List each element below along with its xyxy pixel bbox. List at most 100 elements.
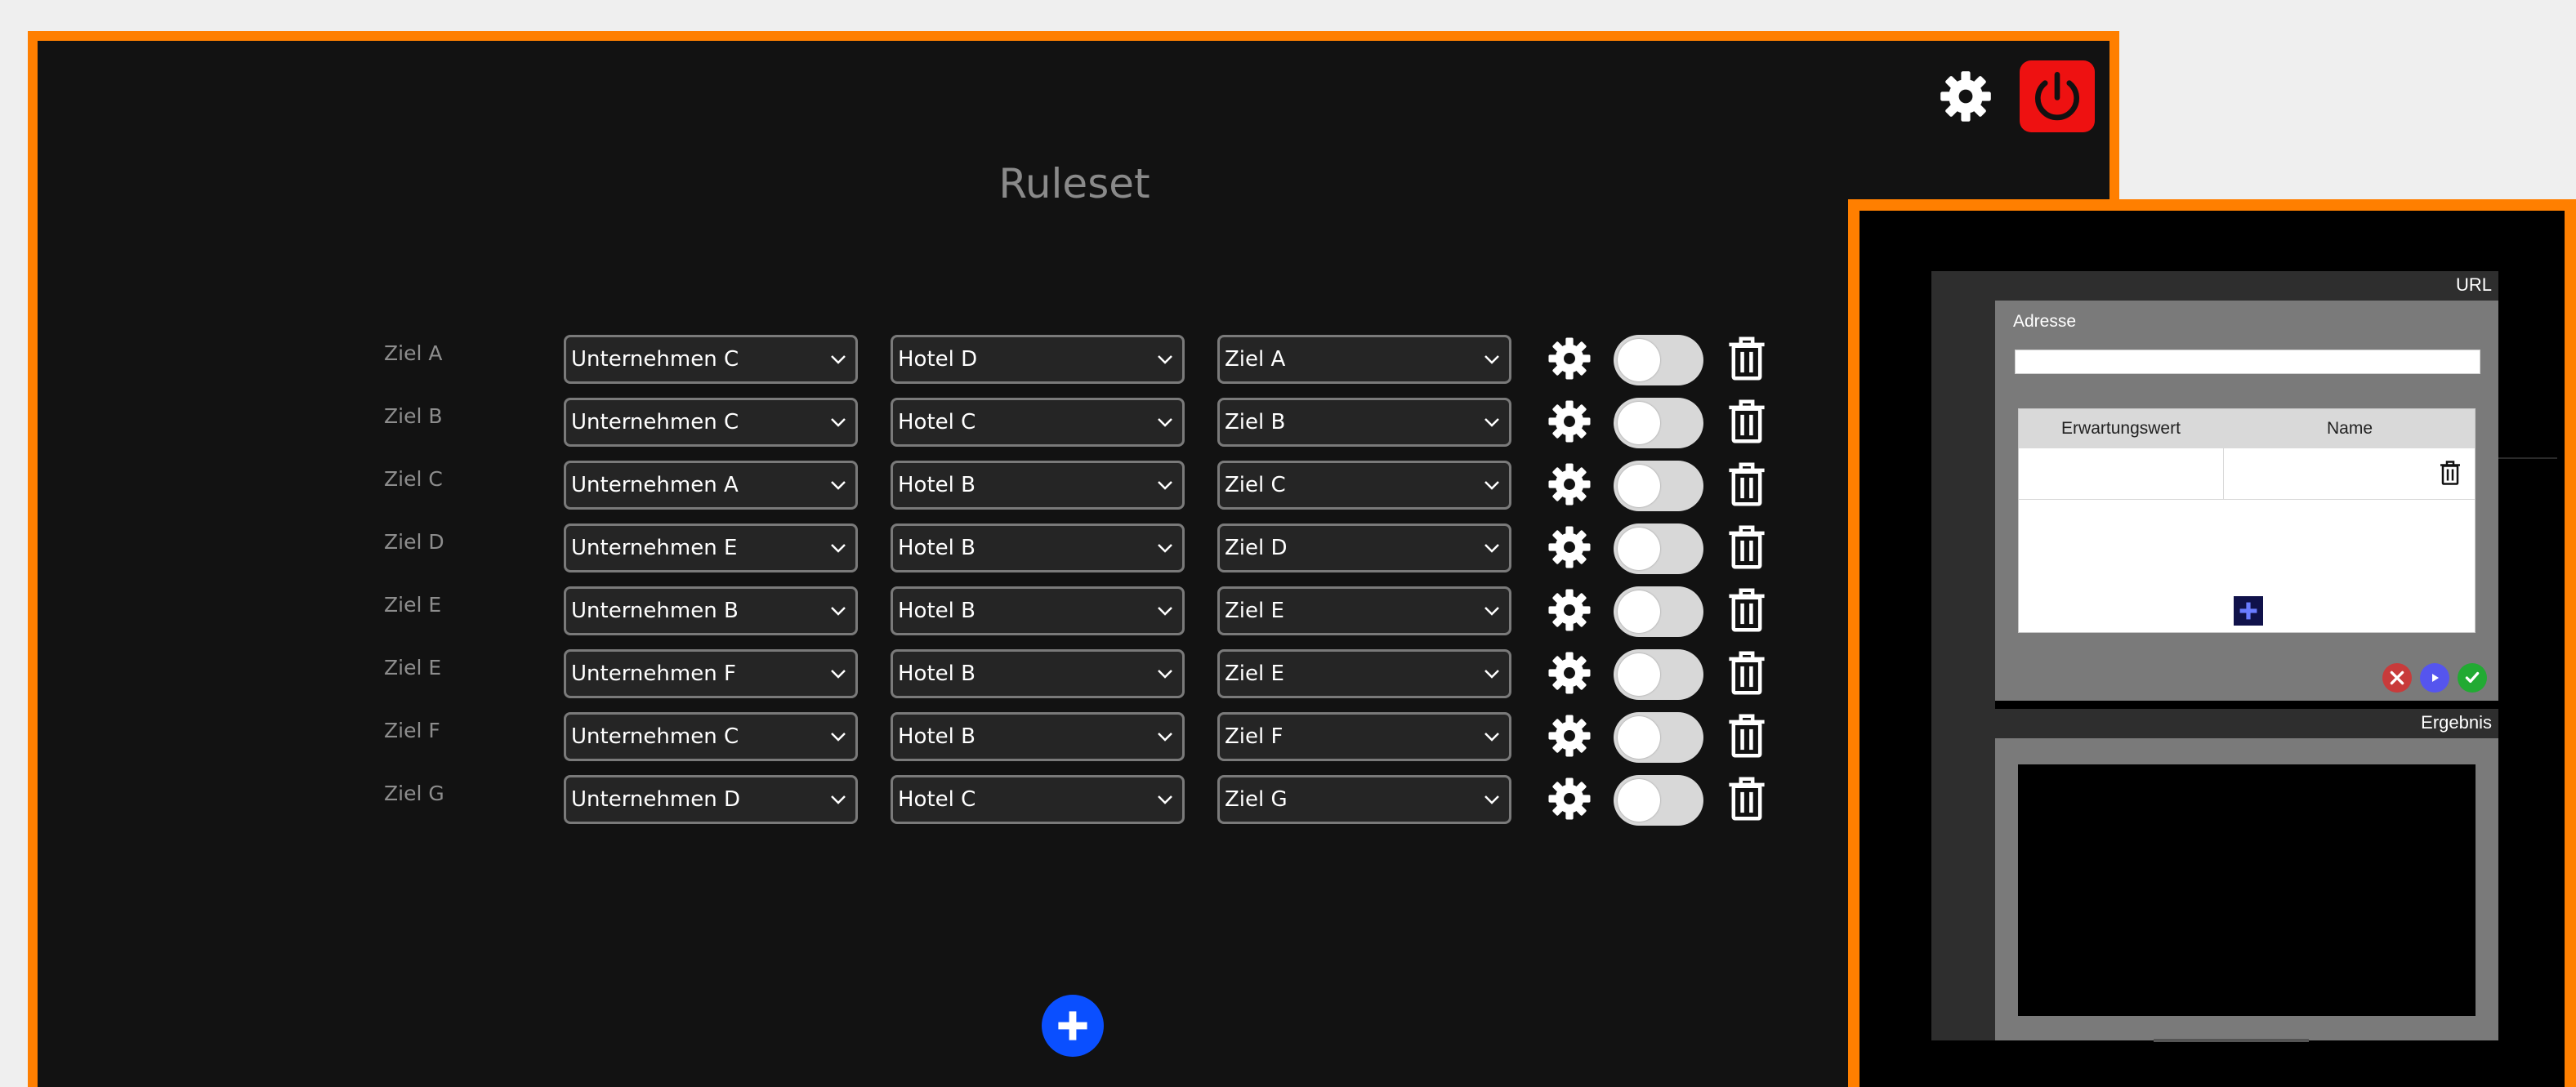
delete-row-button[interactable] bbox=[2435, 457, 2465, 489]
toggle-knob bbox=[1618, 402, 1660, 444]
chevron-down-icon bbox=[831, 607, 846, 616]
delete-rule-button[interactable] bbox=[1722, 457, 1771, 511]
trash-icon bbox=[1729, 588, 1765, 632]
target-select[interactable]: Ziel E bbox=[1217, 586, 1511, 635]
result-header-label: Ergebnis bbox=[2421, 712, 2492, 733]
add-rule-button[interactable] bbox=[1042, 995, 1104, 1057]
rule-toggle[interactable] bbox=[1614, 461, 1703, 511]
rule-settings-button[interactable] bbox=[1544, 459, 1595, 510]
delete-rule-button[interactable] bbox=[1722, 772, 1771, 826]
company-select-value: Unternehmen C bbox=[571, 410, 739, 434]
target-select-value: Ziel F bbox=[1225, 724, 1284, 749]
company-select[interactable]: Unternehmen C bbox=[564, 712, 858, 761]
close-icon bbox=[2390, 670, 2404, 685]
rule-settings-button[interactable] bbox=[1544, 585, 1595, 635]
trash-icon bbox=[1729, 714, 1765, 758]
power-icon bbox=[2035, 72, 2079, 121]
hotel-select[interactable]: Hotel B bbox=[891, 586, 1185, 635]
rule-toggle[interactable] bbox=[1614, 775, 1703, 826]
hotel-select[interactable]: Hotel C bbox=[891, 775, 1185, 824]
target-select[interactable]: Ziel C bbox=[1217, 461, 1511, 510]
chevron-down-icon bbox=[831, 733, 846, 742]
cancel-button[interactable] bbox=[2382, 663, 2412, 693]
company-select[interactable]: Unternehmen F bbox=[564, 649, 858, 698]
target-select[interactable]: Ziel E bbox=[1217, 649, 1511, 698]
rule-settings-button[interactable] bbox=[1544, 522, 1595, 572]
delete-rule-button[interactable] bbox=[1722, 583, 1771, 637]
company-select-value: Unternehmen A bbox=[571, 473, 739, 497]
rule-toggle[interactable] bbox=[1614, 523, 1703, 574]
column-divider bbox=[2223, 448, 2224, 499]
chevron-down-icon bbox=[1158, 607, 1172, 616]
address-input[interactable] bbox=[2015, 350, 2480, 374]
chevron-down-icon bbox=[1158, 418, 1172, 427]
confirm-button[interactable] bbox=[2458, 663, 2487, 693]
delete-rule-button[interactable] bbox=[1722, 646, 1771, 700]
toggle-knob bbox=[1618, 590, 1660, 633]
rule-toggle[interactable] bbox=[1614, 398, 1703, 448]
rule-settings-button[interactable] bbox=[1544, 396, 1595, 447]
rule-toggle[interactable] bbox=[1614, 712, 1703, 763]
chevron-down-icon bbox=[831, 544, 846, 553]
company-select[interactable]: Unternehmen C bbox=[564, 335, 858, 384]
rule-settings-button[interactable] bbox=[1544, 648, 1595, 698]
hotel-select-value: Hotel B bbox=[898, 536, 975, 560]
delete-rule-button[interactable] bbox=[1722, 709, 1771, 763]
hotel-select[interactable]: Hotel B bbox=[891, 523, 1185, 572]
target-select-value: Ziel G bbox=[1225, 787, 1288, 812]
rule-settings-button[interactable] bbox=[1544, 711, 1595, 761]
url-header: URL bbox=[1931, 271, 2498, 301]
rule-toggle[interactable] bbox=[1614, 649, 1703, 700]
company-select[interactable]: Unternehmen C bbox=[564, 398, 858, 447]
hotel-select[interactable]: Hotel D bbox=[891, 335, 1185, 384]
rule-toggle[interactable] bbox=[1614, 586, 1703, 637]
company-select[interactable]: Unternehmen A bbox=[564, 461, 858, 510]
rule-settings-button[interactable] bbox=[1544, 333, 1595, 384]
rule-settings-button[interactable] bbox=[1544, 773, 1595, 824]
gear-icon bbox=[1548, 526, 1591, 568]
hotel-select[interactable]: Hotel B bbox=[891, 649, 1185, 698]
company-select[interactable]: Unternehmen E bbox=[564, 523, 858, 572]
target-select[interactable]: Ziel G bbox=[1217, 775, 1511, 824]
target-select[interactable]: Ziel A bbox=[1217, 335, 1511, 384]
hotel-select-value: Hotel D bbox=[898, 347, 978, 372]
delete-rule-button[interactable] bbox=[1722, 332, 1771, 385]
target-select-value: Ziel E bbox=[1225, 662, 1284, 686]
target-select[interactable]: Ziel D bbox=[1217, 523, 1511, 572]
column-header-expected-value: Erwartungswert bbox=[2061, 419, 2181, 438]
target-select-value: Ziel A bbox=[1225, 347, 1286, 372]
hotel-select[interactable]: Hotel B bbox=[891, 461, 1185, 510]
hotel-select[interactable]: Hotel B bbox=[891, 712, 1185, 761]
plus-icon bbox=[1058, 1011, 1087, 1040]
chevron-down-icon bbox=[831, 670, 846, 679]
chevron-down-icon bbox=[1484, 418, 1499, 427]
delete-rule-button[interactable] bbox=[1722, 394, 1771, 448]
delete-rule-button[interactable] bbox=[1722, 520, 1771, 574]
company-select[interactable]: Unternehmen D bbox=[564, 775, 858, 824]
trash-icon bbox=[1729, 525, 1765, 569]
chevron-down-icon bbox=[1484, 795, 1499, 804]
chevron-down-icon bbox=[831, 795, 846, 804]
hotel-select[interactable]: Hotel C bbox=[891, 398, 1185, 447]
company-select-value: Unternehmen E bbox=[571, 536, 738, 560]
run-button[interactable] bbox=[2420, 663, 2449, 693]
rule-toggle[interactable] bbox=[1614, 335, 1703, 385]
table-row[interactable] bbox=[2019, 448, 2475, 500]
gear-icon bbox=[1548, 400, 1591, 443]
target-select[interactable]: Ziel B bbox=[1217, 398, 1511, 447]
check-icon bbox=[2465, 671, 2480, 684]
play-icon bbox=[2432, 674, 2439, 682]
chevron-down-icon bbox=[1484, 670, 1499, 679]
target-select-value: Ziel E bbox=[1225, 599, 1284, 623]
toggle-knob bbox=[1618, 779, 1660, 822]
settings-gear-icon[interactable] bbox=[1933, 64, 1998, 129]
gear-icon bbox=[1548, 715, 1591, 757]
power-button[interactable] bbox=[2020, 60, 2095, 132]
add-parameter-button[interactable] bbox=[2234, 596, 2263, 626]
chevron-down-icon bbox=[1158, 733, 1172, 742]
company-select[interactable]: Unternehmen B bbox=[564, 586, 858, 635]
company-select-value: Unternehmen F bbox=[571, 662, 736, 686]
trash-icon bbox=[1729, 399, 1765, 443]
target-select[interactable]: Ziel F bbox=[1217, 712, 1511, 761]
chevron-down-icon bbox=[1484, 733, 1499, 742]
